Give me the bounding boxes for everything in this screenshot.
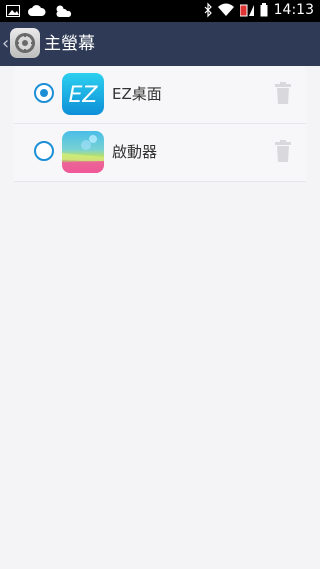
page-title: 主螢幕	[44, 34, 95, 54]
bluetooth-icon	[204, 2, 212, 18]
launcher-list: EZ EZ桌面 啟動器	[0, 66, 320, 182]
radio-selected-dot	[40, 89, 48, 97]
signal-icon	[239, 4, 254, 17]
settings-app-icon[interactable]	[10, 28, 40, 58]
clock-text: 14:13	[273, 2, 314, 18]
gallery-icon	[6, 5, 20, 17]
trash-icon[interactable]	[274, 82, 292, 104]
launcher-app-icon	[62, 131, 104, 173]
radio-button-ez-launcher[interactable]	[34, 83, 54, 103]
list-item-ez-launcher[interactable]: EZ EZ桌面	[14, 66, 306, 124]
list-item-label: EZ桌面	[112, 85, 162, 103]
ez-icon-text: EZ	[69, 83, 99, 108]
wifi-icon	[217, 3, 234, 16]
cloud-icon	[28, 5, 46, 16]
weather-icon	[56, 5, 72, 17]
status-bar: 14:13	[0, 0, 320, 22]
radio-button-launcher[interactable]	[34, 141, 54, 161]
list-item-launcher[interactable]: 啟動器	[14, 124, 306, 182]
battery-icon	[260, 3, 268, 17]
action-bar: ‹ 主螢幕	[0, 22, 320, 66]
gear-icon	[15, 33, 35, 53]
list-item-label: 啟動器	[112, 143, 158, 161]
ez-launcher-app-icon: EZ	[62, 73, 104, 115]
trash-icon[interactable]	[274, 140, 292, 162]
back-chevron-icon[interactable]: ‹	[2, 34, 9, 54]
